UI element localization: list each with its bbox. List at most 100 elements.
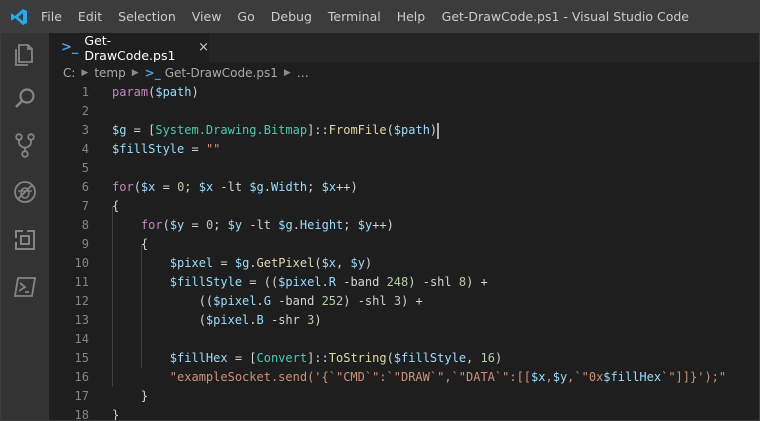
code-token: ; [343, 218, 358, 232]
breadcrumb-symbol[interactable]: … [297, 66, 309, 80]
code-token: ; [213, 218, 228, 232]
code-token: G [263, 294, 271, 308]
code-text: ($pixel.B -shr 3) [112, 311, 322, 330]
code-token: , [466, 351, 481, 365]
code-token: ) -shl [408, 275, 459, 289]
code-token: } [112, 389, 149, 403]
line-number: 1 [81, 85, 89, 99]
menu-debug[interactable]: Debug [271, 1, 312, 33]
code-text: { [112, 235, 148, 254]
menu-selection[interactable]: Selection [118, 1, 176, 33]
code-token: $x [198, 180, 214, 194]
code-token: $pixel [278, 275, 322, 289]
explorer-icon[interactable] [11, 41, 39, 69]
code-token: ) + [466, 275, 488, 289]
code-line[interactable]: 11 $fillStyle = (($pixel.R -band 248) -s… [49, 273, 749, 292]
code-token: -shr [263, 313, 308, 327]
code-line[interactable]: 14 [49, 330, 749, 349]
source-control-icon[interactable] [11, 131, 39, 159]
menu-terminal[interactable]: Terminal [328, 1, 381, 33]
line-number: 15 [74, 351, 89, 365]
extensions-icon[interactable] [11, 226, 39, 254]
line-number: 2 [81, 104, 89, 118]
close-icon[interactable]: × [198, 40, 209, 55]
code-token: B [256, 313, 264, 327]
code-line[interactable]: 8 for($y = 0; $y -lt $g.Height; $y++) [49, 216, 749, 235]
code-token: "exampleSocket.send('{`"CMD`":`"DRAW`",`… [169, 370, 532, 384]
code-token: $y [227, 218, 243, 232]
code-token: = [184, 218, 206, 232]
tab-strip: >_ Get-DrawCode.ps1 × [49, 33, 759, 63]
code-token: ToString [328, 351, 387, 365]
line-number: 11 [74, 275, 89, 289]
code-line[interactable]: 3 $g = [System.Drawing.Bitmap]::FromFile(… [49, 121, 749, 140]
powershell-icon[interactable] [11, 273, 39, 301]
code-line[interactable]: 1 param($path) [49, 83, 749, 102]
code-token: = (( [242, 275, 279, 289]
code-token: $path [155, 85, 192, 99]
line-number: 17 [74, 389, 89, 403]
line-number: 7 [81, 199, 89, 213]
code-token: -band [270, 294, 322, 308]
menu-help[interactable]: Help [397, 1, 426, 33]
menu-view[interactable]: View [192, 1, 222, 33]
tab-get-drawcode[interactable]: >_ Get-DrawCode.ps1 × [49, 33, 209, 63]
line-number: 16 [74, 370, 89, 384]
code-token: . [292, 218, 300, 232]
search-icon[interactable] [11, 85, 39, 113]
code-token: $fillStyle [169, 275, 243, 289]
code-line[interactable]: 16 "exampleSocket.send('{`"CMD`":`"DRAW`… [49, 368, 749, 387]
code-line[interactable]: 2 [49, 102, 749, 121]
menu-bar: File Edit Selection View Go Debug Termin… [41, 1, 441, 33]
code-token: ( [133, 180, 141, 194]
code-line[interactable]: 15 $fillHex = [Convert]::ToString($fillS… [49, 349, 749, 368]
powershell-file-icon: >_ [61, 40, 79, 55]
code-token: $y [552, 370, 568, 384]
code-line[interactable]: 9 { [49, 235, 749, 254]
line-number: 4 [81, 142, 89, 156]
code-line[interactable]: 17 } [49, 387, 749, 406]
code-text: for($x = 0; $x -lt $g.Width; $x++) [112, 178, 358, 197]
title-bar: File Edit Selection View Go Debug Termin… [1, 1, 759, 33]
code-line[interactable]: 18} [49, 406, 749, 421]
menu-file[interactable]: File [41, 1, 62, 33]
code-token: } [112, 408, 120, 421]
code-token: ( [314, 256, 322, 270]
code-token: $fillStyle [393, 351, 467, 365]
code-token: $fillHex [169, 351, 228, 365]
code-token: `"]]}');" [661, 370, 727, 384]
code-token: -band [336, 275, 387, 289]
code-text: } [112, 387, 148, 406]
code-token: ++) [336, 180, 358, 194]
code-line[interactable]: 7{ [49, 197, 749, 216]
code-line[interactable]: 10 $pixel = $g.GetPixel($x, $y) [49, 254, 749, 273]
code-token: ; [184, 180, 199, 194]
code-line[interactable]: 12 (($pixel.G -band 252) -shl 3) + [49, 292, 749, 311]
vscode-logo-icon[interactable] [10, 8, 28, 26]
breadcrumb-file[interactable]: Get-DrawCode.ps1 [165, 66, 278, 80]
code-token: ) [314, 313, 322, 327]
code-text: $g = [System.Drawing.Bitmap]::FromFile($… [112, 121, 437, 140]
code-token: System.Drawing.Bitmap [155, 123, 308, 137]
line-number: 9 [81, 237, 89, 251]
code-token: , [545, 370, 553, 384]
menu-edit[interactable]: Edit [78, 1, 102, 33]
code-token: = [184, 142, 206, 156]
breadcrumb-folder[interactable]: temp [94, 66, 125, 80]
breadcrumb-drive[interactable]: C: [63, 66, 75, 80]
code-line[interactable]: 6 for($x = 0; $x -lt $g.Width; $x++) [49, 178, 749, 197]
code-editor[interactable]: 1 param($path) 2 3 $g = [System.Drawing.Bitm… [49, 83, 759, 420]
code-token: $x [531, 370, 546, 384]
code-token: Height [299, 218, 344, 232]
code-line[interactable]: 5 [49, 159, 749, 178]
debug-icon[interactable] [11, 178, 39, 206]
code-token: $fillStyle [112, 142, 185, 156]
chevron-right-icon: ▶ [131, 68, 139, 78]
code-line[interactable]: 4 $fillStyle = "" [49, 140, 749, 159]
code-line[interactable]: 13 ($pixel.B -shr 3) [49, 311, 749, 330]
menu-go[interactable]: Go [237, 1, 254, 33]
code-token: (( [112, 294, 214, 308]
line-number: 5 [81, 161, 89, 175]
